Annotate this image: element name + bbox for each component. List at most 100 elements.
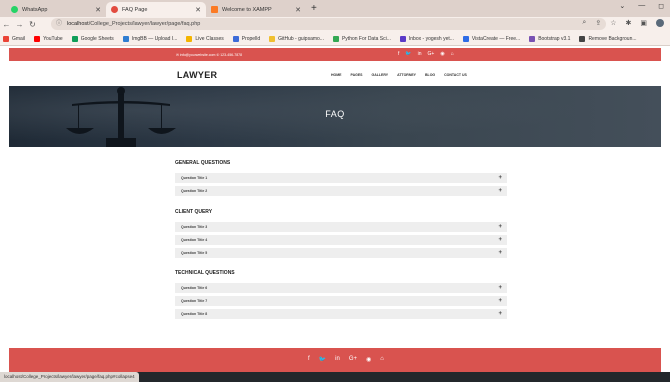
top-social-icon-2[interactable]: in — [418, 51, 422, 57]
plus-icon[interactable]: + — [498, 235, 502, 245]
footer-social-links: f 🐦 in G+ ◉ ⌂ — [308, 356, 384, 363]
faq-question-label: Question Title 4 — [181, 238, 208, 242]
faq-question-toggle[interactable]: Question Title 7 + — [175, 296, 507, 306]
zoom-icon[interactable]: ⌕ — [582, 19, 586, 27]
nav-item-home[interactable]: HOME — [331, 73, 342, 77]
bookmark-icon — [34, 35, 41, 42]
bookmark-item[interactable]: Google Sheets — [71, 35, 114, 42]
nav-item-attorney[interactable]: ATTORNEY — [397, 73, 416, 77]
bookmark-label: Propelld — [241, 35, 261, 42]
plus-icon[interactable]: + — [498, 309, 502, 319]
url-input[interactable]: ⓘ localhost/College_Projects/lawyer/lawy… — [51, 18, 606, 30]
site-logo[interactable]: LAWYER — [177, 70, 217, 80]
top-social-icon-3[interactable]: G+ — [428, 51, 435, 57]
url-path: /College_Projects/lawyer/lawyer/page/faq… — [88, 21, 201, 27]
tab-label: Welcome to XAMPP — [222, 6, 272, 13]
bookmark-item[interactable]: Gmail — [3, 35, 26, 42]
faq-question-toggle[interactable]: Question Title 8 + — [175, 309, 507, 319]
bookmark-item[interactable]: Propelld — [232, 35, 261, 42]
plus-icon[interactable]: + — [498, 186, 502, 196]
site-info-icon[interactable]: ⓘ — [56, 18, 62, 30]
browser-tab-bar: WhatsApp ✕ FAQ Page ✕ Welcome to XAMPP ✕… — [0, 0, 670, 17]
share-icon[interactable]: ⇪ — [595, 19, 601, 27]
footer-social-icon-4[interactable]: ◉ — [366, 356, 371, 363]
nav-item-contact-us[interactable]: CONTACT US — [444, 73, 467, 77]
minimize-button[interactable]: — — [638, 2, 645, 10]
close-icon[interactable]: ✕ — [295, 6, 301, 14]
tab-xampp[interactable]: Welcome to XAMPP ✕ — [206, 2, 306, 17]
bookmark-item[interactable]: Inbox - yogesh yet... — [399, 35, 454, 42]
bookmark-item[interactable]: YouTube — [34, 35, 63, 42]
plus-icon[interactable]: + — [498, 283, 502, 293]
bookmark-icon — [71, 35, 78, 42]
faq-question-toggle[interactable]: Question Title 4 + — [175, 235, 507, 245]
plus-icon[interactable]: + — [498, 296, 502, 306]
bookmark-item[interactable]: Bootstrap v3.1 — [529, 35, 571, 42]
reload-icon[interactable]: ↻ — [26, 20, 39, 29]
back-icon[interactable]: ← — [0, 20, 13, 29]
tab-search-icon[interactable]: ⌄ — [619, 2, 625, 10]
plus-icon[interactable]: + — [498, 173, 502, 183]
toolbar-icons: ⌕ ⇪ ☆ ✱ ▣ — [582, 19, 664, 27]
bookmark-icon — [3, 35, 9, 42]
new-tab-button[interactable]: + — [306, 2, 322, 17]
faq-section-title: GENERAL QUESTIONS — [175, 160, 231, 166]
xampp-icon — [211, 6, 218, 13]
bookmark-label: Gmail — [12, 35, 26, 42]
faq-question-label: Question Title 3 — [181, 225, 208, 229]
maximize-button[interactable]: ◻ — [658, 2, 664, 10]
tab-label: FAQ Page — [122, 6, 148, 13]
plus-icon[interactable]: + — [498, 222, 502, 232]
forward-icon[interactable]: → — [13, 20, 26, 29]
url-host: localhost — [67, 21, 89, 27]
top-social-icon-1[interactable]: 🐦 — [405, 51, 411, 57]
nav-item-pages[interactable]: PAGES — [351, 73, 363, 77]
faq-question-label: Question Title 6 — [181, 286, 208, 290]
bookmark-item[interactable]: Python For Data Sci... — [332, 35, 391, 42]
faq-question-toggle[interactable]: Question Title 6 + — [175, 283, 507, 293]
faq-question-label: Question Title 2 — [181, 189, 208, 193]
footer-social-icon-5[interactable]: ⌂ — [380, 356, 384, 363]
bookmark-item[interactable]: VistaCreate — Free... — [462, 35, 520, 42]
profile-avatar[interactable] — [656, 19, 664, 27]
bookmark-star-icon[interactable]: ☆ — [610, 19, 616, 27]
bookmark-item[interactable]: Live Classes — [186, 35, 224, 42]
bookmark-label: Inbox - yogesh yet... — [408, 35, 454, 42]
bookmark-item[interactable]: GitHub - guipsamo... — [269, 35, 324, 42]
footer-social-icon-0[interactable]: f — [308, 356, 310, 363]
bookmark-icon — [529, 35, 536, 42]
extensions-icon[interactable]: ✱ — [626, 19, 632, 27]
plus-icon[interactable]: + — [498, 248, 502, 258]
bookmark-label: Python For Data Sci... — [341, 35, 391, 42]
bookmark-icon — [332, 35, 339, 42]
bookmarks-bar: Gmail YouTube Google Sheets ImgBB — Upload … — [0, 32, 670, 46]
faq-question-toggle[interactable]: Question Title 3 + — [175, 222, 507, 232]
faq-question-label: Question Title 5 — [181, 251, 208, 255]
bookmark-item[interactable]: ImgBB — Upload I... — [122, 35, 178, 42]
bookmark-label: ImgBB — Upload I... — [131, 35, 178, 42]
close-icon[interactable]: ✕ — [95, 6, 101, 14]
faq-question-toggle[interactable]: Question Title 5 + — [175, 248, 507, 258]
tab-faq-page[interactable]: FAQ Page ✕ — [106, 2, 206, 17]
nav-item-gallery[interactable]: GALLERY — [372, 73, 389, 77]
top-social-icon-0[interactable]: f — [398, 51, 399, 57]
bookmark-label: Live Classes — [195, 35, 224, 42]
top-contact-strip: ✉ info@yourwebsite.com ✆ 123-456-7878 f 🐦… — [9, 48, 661, 61]
close-icon[interactable]: ✕ — [195, 6, 201, 14]
nav-item-blog[interactable]: BLOG — [425, 73, 435, 77]
bookmark-label: Bootstrap v3.1 — [538, 35, 571, 42]
sidepanel-icon[interactable]: ▣ — [640, 19, 647, 27]
bookmark-label: Google Sheets — [80, 35, 114, 42]
tab-label: WhatsApp — [22, 6, 48, 13]
page-banner: FAQ — [9, 86, 661, 147]
footer-social-icon-3[interactable]: G+ — [349, 356, 357, 363]
tab-whatsapp[interactable]: WhatsApp ✕ — [6, 2, 106, 17]
footer-social-icon-2[interactable]: in — [335, 356, 340, 363]
top-social-icon-4[interactable]: ◉ — [440, 51, 444, 57]
footer-social-icon-1[interactable]: 🐦 — [319, 356, 326, 363]
faq-question-toggle[interactable]: Question Title 2 + — [175, 186, 507, 196]
top-social-icon-5[interactable]: ⌂ — [451, 51, 454, 57]
bookmark-item[interactable]: Remove Backgroun... — [579, 35, 637, 42]
faq-question-toggle[interactable]: Question Title 1 + — [175, 173, 507, 183]
bookmark-icon — [399, 35, 406, 42]
